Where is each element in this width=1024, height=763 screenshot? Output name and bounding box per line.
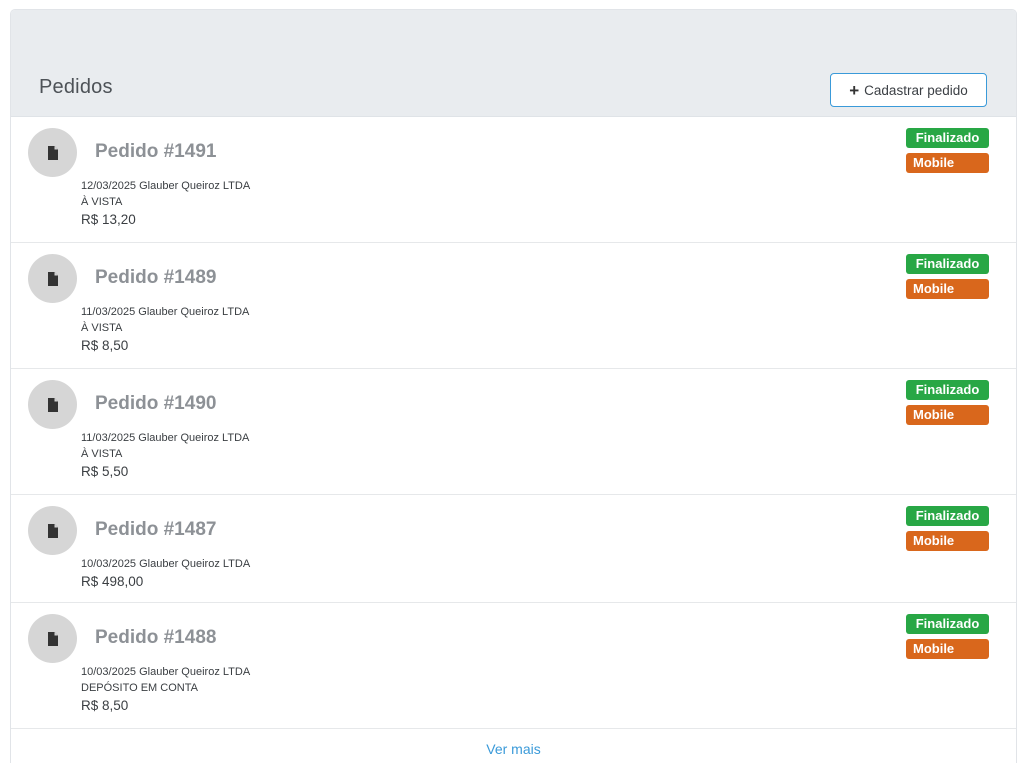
orders-panel: Pedidos + Cadastrar pedido Pedido #1491 … <box>10 9 1017 763</box>
document-icon <box>47 397 58 412</box>
order-badges: Finalizado Mobile <box>906 128 989 178</box>
document-icon <box>47 145 58 160</box>
order-title[interactable]: Pedido #1488 <box>95 627 216 649</box>
order-details: 11/03/2025 Glauber Queiroz LTDA À VISTA … <box>81 430 249 482</box>
add-order-button-label: Cadastrar pedido <box>864 82 968 98</box>
order-badges: Finalizado Mobile <box>906 506 989 556</box>
order-total: R$ 8,50 <box>81 698 129 713</box>
origin-badge: Mobile <box>906 531 989 551</box>
add-order-button[interactable]: + Cadastrar pedido <box>830 73 987 107</box>
order-badges: Finalizado Mobile <box>906 614 989 664</box>
order-avatar <box>28 128 77 177</box>
order-badges: Finalizado Mobile <box>906 380 989 430</box>
panel-header: Pedidos + Cadastrar pedido <box>11 10 1016 117</box>
order-list-item[interactable]: Pedido #1490 11/03/2025 Glauber Queiroz … <box>11 369 1016 495</box>
load-more-link[interactable]: Ver mais <box>11 729 1016 757</box>
status-badge: Finalizado <box>906 506 989 526</box>
order-badges: Finalizado Mobile <box>906 254 989 304</box>
order-avatar <box>28 254 77 303</box>
order-details: 10/03/2025 Glauber Queiroz LTDA DEPÓSITO… <box>81 664 250 716</box>
order-date-customer: 11/03/2025 Glauber Queiroz LTDA <box>81 432 250 444</box>
order-avatar <box>28 380 77 429</box>
order-title[interactable]: Pedido #1487 <box>95 519 216 541</box>
order-date-customer: 10/03/2025 Glauber Queiroz LTDA <box>81 558 251 570</box>
status-badge: Finalizado <box>906 254 989 274</box>
order-details: 10/03/2025 Glauber Queiroz LTDA R$ 498,0… <box>81 556 250 592</box>
document-icon <box>47 271 58 286</box>
order-title[interactable]: Pedido #1490 <box>95 393 216 415</box>
origin-badge: Mobile <box>906 279 989 299</box>
plus-icon: + <box>849 80 860 100</box>
status-badge: Finalizado <box>906 380 989 400</box>
order-avatar <box>28 506 77 555</box>
order-title[interactable]: Pedido #1489 <box>95 267 216 289</box>
order-date-customer: 12/03/2025 Glauber Queiroz LTDA <box>81 180 251 192</box>
origin-badge: Mobile <box>906 639 989 659</box>
status-badge: Finalizado <box>906 614 989 634</box>
order-payment-method: À VISTA <box>81 448 123 460</box>
order-payment-method: À VISTA <box>81 196 123 208</box>
order-payment-method: DEPÓSITO EM CONTA <box>81 682 198 694</box>
order-total: R$ 8,50 <box>81 338 129 353</box>
order-total: R$ 13,20 <box>81 212 136 227</box>
order-list-item[interactable]: Pedido #1487 10/03/2025 Glauber Queiroz … <box>11 495 1016 603</box>
order-list-item[interactable]: Pedido #1488 10/03/2025 Glauber Queiroz … <box>11 603 1016 729</box>
order-payment-method: À VISTA <box>81 322 123 334</box>
document-icon <box>47 631 58 646</box>
order-title[interactable]: Pedido #1491 <box>95 141 216 163</box>
order-details: 12/03/2025 Glauber Queiroz LTDA À VISTA … <box>81 178 250 230</box>
status-badge: Finalizado <box>906 128 989 148</box>
origin-badge: Mobile <box>906 405 989 425</box>
order-total: R$ 498,00 <box>81 574 144 589</box>
order-date-customer: 10/03/2025 Glauber Queiroz LTDA <box>81 666 251 678</box>
order-date-customer: 11/03/2025 Glauber Queiroz LTDA <box>81 306 250 318</box>
order-list-item[interactable]: Pedido #1489 11/03/2025 Glauber Queiroz … <box>11 243 1016 369</box>
document-icon <box>47 523 58 538</box>
order-avatar <box>28 614 77 663</box>
origin-badge: Mobile <box>906 153 989 173</box>
order-list-item[interactable]: Pedido #1491 12/03/2025 Glauber Queiroz … <box>11 117 1016 243</box>
page-title: Pedidos <box>39 76 113 98</box>
order-total: R$ 5,50 <box>81 464 129 479</box>
order-details: 11/03/2025 Glauber Queiroz LTDA À VISTA … <box>81 304 249 356</box>
